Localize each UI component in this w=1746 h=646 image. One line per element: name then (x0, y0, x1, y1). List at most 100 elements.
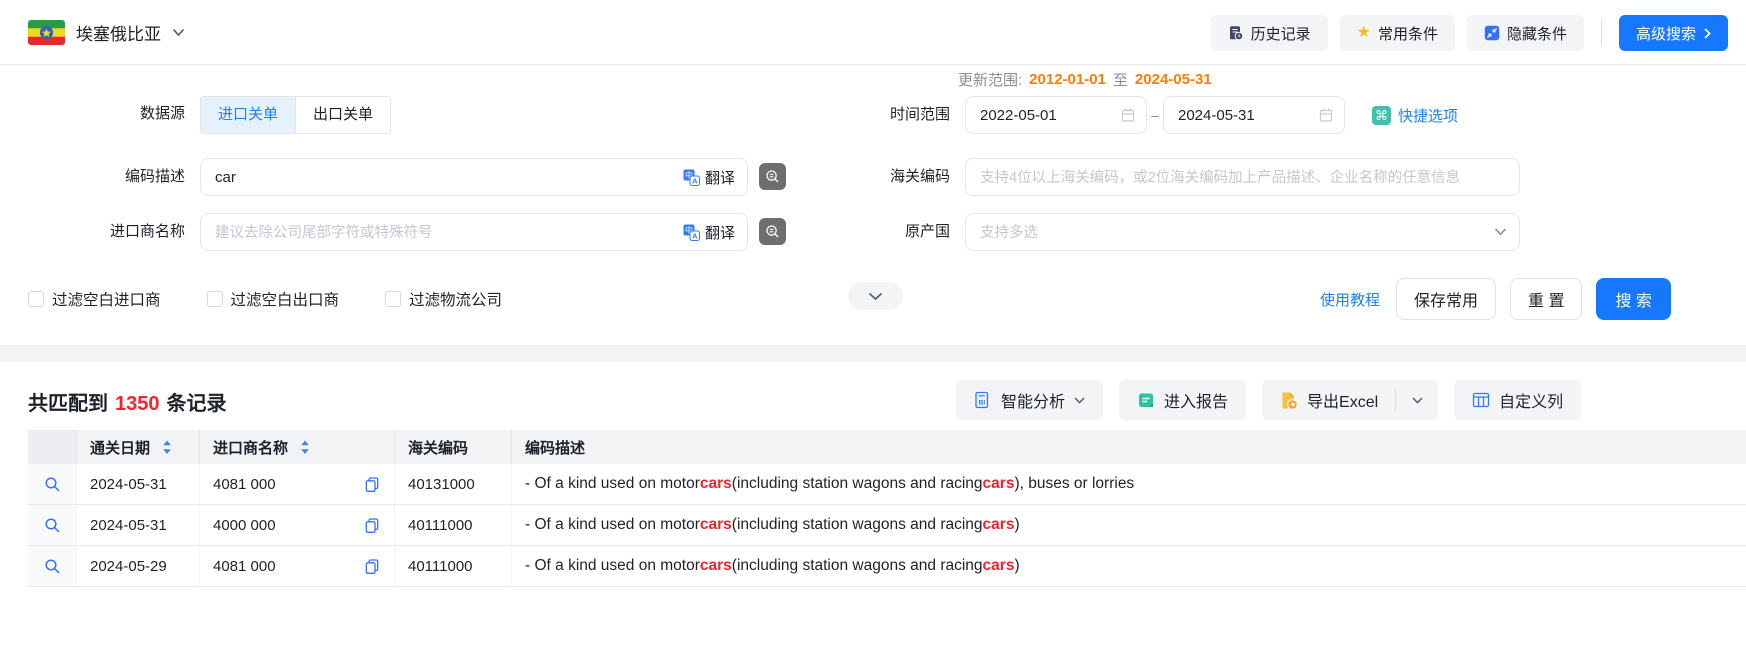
update-range-info: 更新范围: 2012-01-01 至 2024-05-31 (958, 69, 1212, 90)
top-bar-actions: 历史记录 ★ 常用条件 隐藏条件 高级搜索 (1211, 15, 1728, 51)
description-text: (including station wagons and racing (732, 557, 983, 575)
sort-icon[interactable] (300, 440, 310, 455)
origin-country-select[interactable] (965, 213, 1520, 251)
code-desc-label: 编码描述 (45, 158, 185, 196)
results-table: 通关日期 进口商名称 海关编码 编码描述 (28, 430, 1746, 587)
translate-button[interactable]: 中 A 翻译 (683, 167, 735, 188)
sort-icon[interactable] (162, 440, 172, 455)
translate-label: 翻译 (705, 167, 735, 188)
svg-text:BI: BI (979, 399, 986, 406)
export-excel-button[interactable]: 导出Excel (1262, 380, 1395, 420)
start-date-input[interactable] (978, 106, 1120, 125)
view-details-button[interactable] (44, 476, 61, 493)
importer-value: 4081 000 (213, 476, 276, 493)
history-button[interactable]: 历史记录 (1211, 15, 1328, 51)
history-doc-icon (1228, 25, 1244, 41)
hide-label: 隐藏条件 (1507, 23, 1567, 44)
translate-icon: 中 A (683, 224, 700, 241)
origin-country-input[interactable] (978, 223, 1494, 242)
quick-options-button[interactable]: ⌘ 快捷选项 (1372, 105, 1458, 126)
copy-button[interactable] (364, 476, 380, 492)
export-excel-icon (1279, 391, 1298, 410)
view-details-button[interactable] (44, 558, 61, 575)
importer-input[interactable] (213, 223, 683, 242)
results-toolbar: BI 智能分析 进入报告 导出Excel (956, 380, 1581, 420)
favorite-label: 常用条件 (1378, 23, 1438, 44)
cell-date: 2024-05-29 (77, 546, 200, 586)
table-row: 2024-05-29 4081 000 40111000 - Of a kind… (28, 546, 1746, 587)
search-button[interactable]: 搜 索 (1596, 278, 1670, 320)
expand-more-conditions-button[interactable] (848, 282, 903, 310)
favorite-conditions-button[interactable]: ★ 常用条件 (1340, 15, 1455, 51)
match-suffix: 条记录 (167, 387, 227, 416)
tab-export-declarations[interactable]: 出口关单 (295, 97, 390, 133)
top-bar: 埃塞俄比亚 历史记录 ★ 常用条件 (0, 0, 1746, 65)
hs-code-input[interactable] (978, 168, 1507, 187)
tab-import-declarations[interactable]: 进口关单 (201, 97, 295, 133)
copy-icon (364, 476, 380, 492)
translate-button[interactable]: 中 A 翻译 (683, 222, 735, 243)
search-panel: 更新范围: 2012-01-01 至 2024-05-31 数据源 进口关单 出… (0, 66, 1746, 345)
time-range-label: 时间范围 (770, 96, 950, 134)
header-cell-description: 编码描述 (512, 430, 1746, 464)
code-desc-input[interactable] (213, 168, 683, 187)
keyword-highlight: cars (700, 557, 732, 575)
export-options-button[interactable] (1396, 380, 1438, 420)
hide-conditions-button[interactable]: 隐藏条件 (1467, 15, 1584, 51)
customize-columns-button[interactable]: 自定义列 (1454, 380, 1581, 420)
copy-button[interactable] (364, 558, 380, 574)
description-text: ) (1014, 516, 1019, 534)
filter-blank-importer[interactable]: 过滤空白进口商 (28, 288, 161, 310)
table-row: 2024-05-31 4081 000 40131000 - Of a kind… (28, 464, 1746, 505)
export-excel-split-button: 导出Excel (1262, 380, 1438, 420)
smart-analysis-button[interactable]: BI 智能分析 (956, 380, 1103, 420)
magnifier-icon (44, 517, 61, 534)
view-details-button[interactable] (44, 517, 61, 534)
keyword-highlight: cars (700, 475, 732, 493)
filter-label: 过滤物流公司 (409, 288, 502, 310)
cell-importer: 4081 000 (200, 546, 395, 586)
filter-logistics-company[interactable]: 过滤物流公司 (385, 288, 502, 310)
description-text: (including station wagons and racing (732, 475, 983, 493)
calendar-icon (1120, 107, 1136, 123)
keyword-highlight: cars (700, 516, 732, 534)
copy-button[interactable] (364, 517, 380, 533)
checkbox[interactable] (28, 291, 44, 307)
cell-view (28, 464, 77, 504)
hs-code-field[interactable] (965, 158, 1520, 196)
enter-report-button[interactable]: 进入报告 (1119, 380, 1246, 420)
importer-label: 进口商名称 (45, 213, 185, 251)
description-text: - Of a kind used on motor (525, 557, 700, 575)
filter-label: 过滤空白进口商 (52, 288, 161, 310)
cell-importer: 4081 000 (200, 464, 395, 504)
chevron-down-icon (868, 292, 883, 301)
country-name: 埃塞俄比亚 (76, 20, 161, 45)
quick-options-label: 快捷选项 (1398, 105, 1458, 126)
columns-icon (1472, 391, 1490, 409)
magnifier-icon (44, 558, 61, 575)
end-date-field[interactable] (1163, 96, 1345, 134)
checkbox[interactable] (385, 291, 401, 307)
tutorial-link[interactable]: 使用教程 (1320, 289, 1380, 310)
start-date-field[interactable] (965, 96, 1147, 134)
save-favorite-button[interactable]: 保存常用 (1396, 278, 1496, 320)
bi-analysis-icon: BI (974, 391, 992, 409)
chevron-down-icon (1494, 228, 1507, 236)
reset-button[interactable]: 重 置 (1510, 278, 1582, 320)
code-desc-field[interactable]: 中 A 翻译 (200, 158, 748, 196)
importer-field[interactable]: 中 A 翻译 (200, 213, 748, 251)
country-selector[interactable]: 埃塞俄比亚 (28, 20, 185, 45)
vertical-divider (1601, 20, 1602, 46)
chevron-right-icon (1704, 28, 1711, 39)
origin-country-label: 原产国 (770, 213, 950, 251)
cell-view (28, 546, 77, 586)
checkbox[interactable] (207, 291, 223, 307)
description-text: (including station wagons and racing (732, 516, 983, 534)
description-text: - Of a kind used on motor (525, 475, 700, 493)
advanced-search-button[interactable]: 高级搜索 (1619, 15, 1728, 51)
cell-hs-code: 40111000 (395, 546, 512, 586)
data-source-tabs: 进口关单 出口关单 (200, 96, 391, 134)
hs-code-label: 海关编码 (770, 158, 950, 196)
end-date-input[interactable] (1176, 106, 1318, 125)
filter-blank-exporter[interactable]: 过滤空白出口商 (207, 288, 340, 310)
